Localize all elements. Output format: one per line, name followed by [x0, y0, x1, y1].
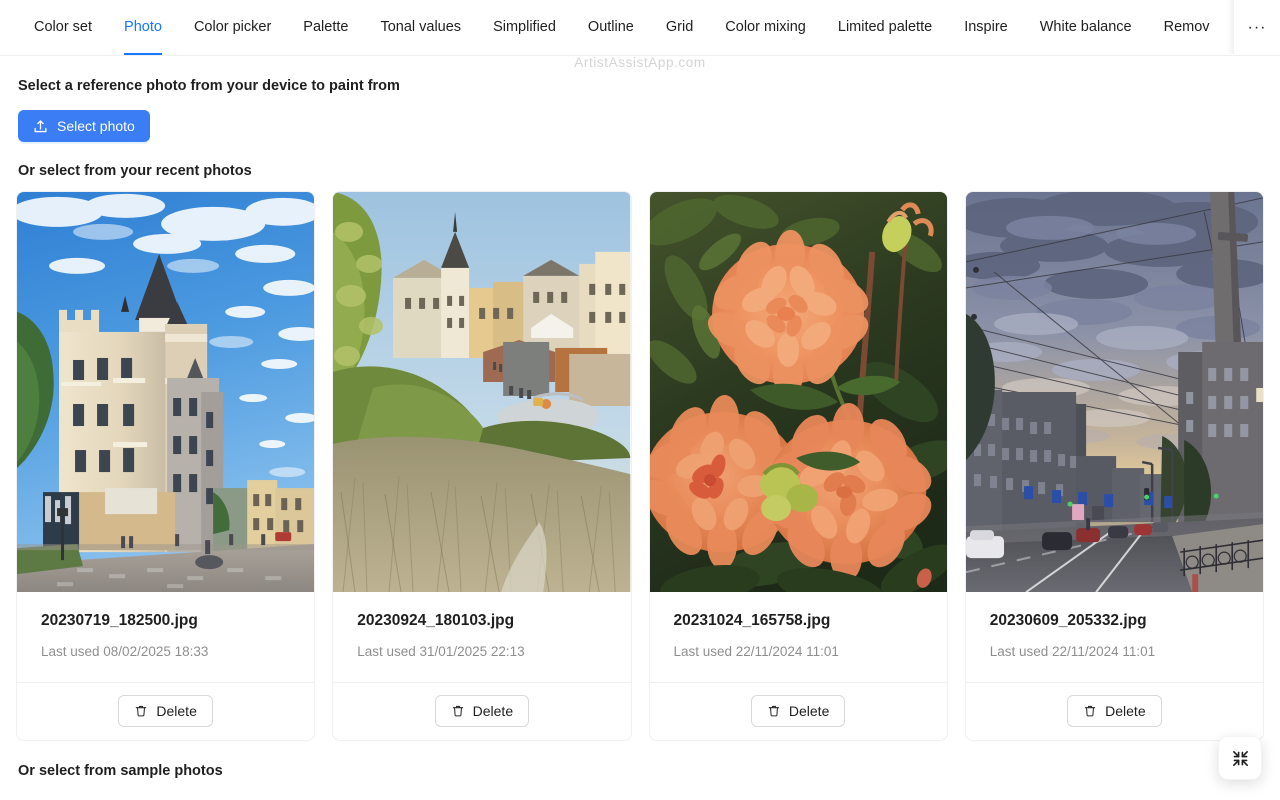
delete-label: Delete	[788, 702, 830, 719]
hillside-town-image	[333, 192, 631, 592]
exit-fullscreen-button[interactable]	[1218, 736, 1262, 780]
photo-filename: 20230924_180103.jpg	[357, 612, 515, 629]
photo-card[interactable]: 20230719_182500.jpg Last used 08/02/2025…	[16, 191, 316, 741]
sample-photos-heading: Or select from sample photos	[18, 762, 223, 779]
delete-button[interactable]: Delete	[750, 694, 846, 727]
delete-label: Delete	[156, 702, 197, 719]
castle-street-image	[17, 192, 315, 592]
tab-outline[interactable]: Outline	[572, 0, 650, 55]
tab-label: Grid	[665, 19, 694, 36]
photo-filename: 20230609_205332.jpg	[989, 612, 1147, 629]
main-tab-bar: Color set Photo Color picker Palette Ton…	[0, 0, 1280, 56]
tab-label: Tonal values	[380, 19, 462, 36]
photo-card-actions: Delete	[965, 681, 1263, 740]
select-photo-label: Select photo	[57, 118, 135, 134]
photo-card-body: 20230924_180103.jpg Last used 31/01/2025…	[333, 592, 630, 682]
page-title: Select a reference photo from your devic…	[18, 78, 400, 94]
recent-photos-heading: Or select from your recent photos	[18, 163, 252, 179]
photo-card[interactable]: 20231024_165758.jpg Last used 22/11/2024…	[648, 191, 948, 741]
tab-simplified[interactable]: Simplified	[477, 0, 572, 55]
tab-label: Color set	[34, 19, 93, 36]
photo-thumbnail[interactable]	[333, 192, 631, 592]
photo-card-body: 20230609_205332.jpg Last used 22/11/2024…	[966, 592, 1263, 682]
photo-panel: Select a reference photo from your devic…	[0, 78, 1280, 741]
tab-label: Color picker	[193, 19, 272, 36]
trash-icon	[451, 704, 465, 718]
photo-thumbnail[interactable]	[649, 192, 947, 592]
tab-label: Simplified	[493, 19, 556, 36]
tab-label: Outline	[587, 19, 634, 36]
delete-label: Delete	[1105, 702, 1146, 719]
tab-palette[interactable]: Palette	[287, 0, 364, 55]
tab-strip[interactable]: Color set Photo Color picker Palette Ton…	[0, 0, 1234, 55]
tab-label: Color mixing	[725, 19, 806, 36]
photo-last-used: Last used 22/11/2024 11:01	[673, 643, 839, 659]
delete-button[interactable]: Delete	[434, 694, 530, 727]
photo-card-body: 20231024_165758.jpg Last used 22/11/2024…	[650, 592, 947, 682]
tab-remove-background[interactable]: Remov	[1148, 0, 1226, 55]
watermark: ArtistAssistApp.com	[574, 55, 706, 70]
photo-filename: 20231024_165758.jpg	[673, 612, 831, 629]
tab-grid[interactable]: Grid	[650, 0, 709, 55]
delete-label: Delete	[472, 702, 514, 719]
photo-filename: 20230719_182500.jpg	[41, 612, 198, 629]
upload-icon	[33, 119, 48, 134]
tab-label: Remov	[1163, 19, 1210, 36]
photo-card-actions: Delete	[333, 681, 631, 740]
tab-color-set[interactable]: Color set	[18, 0, 108, 55]
photo-card-body: 20230719_182500.jpg Last used 08/02/2025…	[17, 592, 314, 682]
recent-photos-grid: 20230719_182500.jpg Last used 08/02/2025…	[16, 191, 1264, 741]
photo-card-actions: Delete	[17, 681, 315, 740]
tab-color-mixing[interactable]: Color mixing	[709, 0, 822, 55]
photo-thumbnail[interactable]	[965, 192, 1263, 592]
trash-icon	[1083, 704, 1097, 718]
tab-photo[interactable]: Photo	[108, 0, 178, 55]
photo-last-used: Last used 08/02/2025 18:33	[41, 643, 209, 659]
photo-card-actions: Delete	[649, 681, 947, 740]
tab-label: Photo	[124, 19, 162, 36]
photo-card[interactable]: 20230609_205332.jpg Last used 22/11/2024…	[964, 191, 1264, 741]
tab-tonal-values[interactable]: Tonal values	[364, 0, 477, 55]
tab-inspire[interactable]: Inspire	[948, 0, 1024, 55]
photo-last-used: Last used 22/11/2024 11:01	[989, 643, 1156, 659]
delete-button[interactable]: Delete	[118, 694, 213, 727]
photo-last-used: Last used 31/01/2025 22:13	[357, 643, 525, 659]
tab-color-picker[interactable]: Color picker	[178, 0, 287, 55]
orange-dahlias-image	[649, 192, 947, 592]
photo-thumbnail[interactable]	[17, 192, 315, 592]
tab-white-balance[interactable]: White balance	[1024, 0, 1148, 55]
trash-icon	[767, 704, 781, 718]
tab-label: Inspire	[964, 19, 1008, 36]
trash-icon	[134, 704, 148, 718]
photo-card[interactable]: 20230924_180103.jpg Last used 31/01/2025…	[332, 191, 632, 741]
tab-label: Palette	[303, 19, 349, 36]
tab-label: Limited palette	[837, 19, 933, 36]
sunset-street-image	[965, 192, 1263, 592]
delete-button[interactable]: Delete	[1067, 694, 1162, 727]
compress-icon	[1231, 749, 1250, 768]
tab-label: White balance	[1039, 19, 1132, 36]
tab-limited-palette[interactable]: Limited palette	[822, 0, 948, 55]
tab-overflow-menu-button[interactable]: ···	[1234, 0, 1280, 55]
select-photo-button[interactable]: Select photo	[18, 110, 150, 142]
